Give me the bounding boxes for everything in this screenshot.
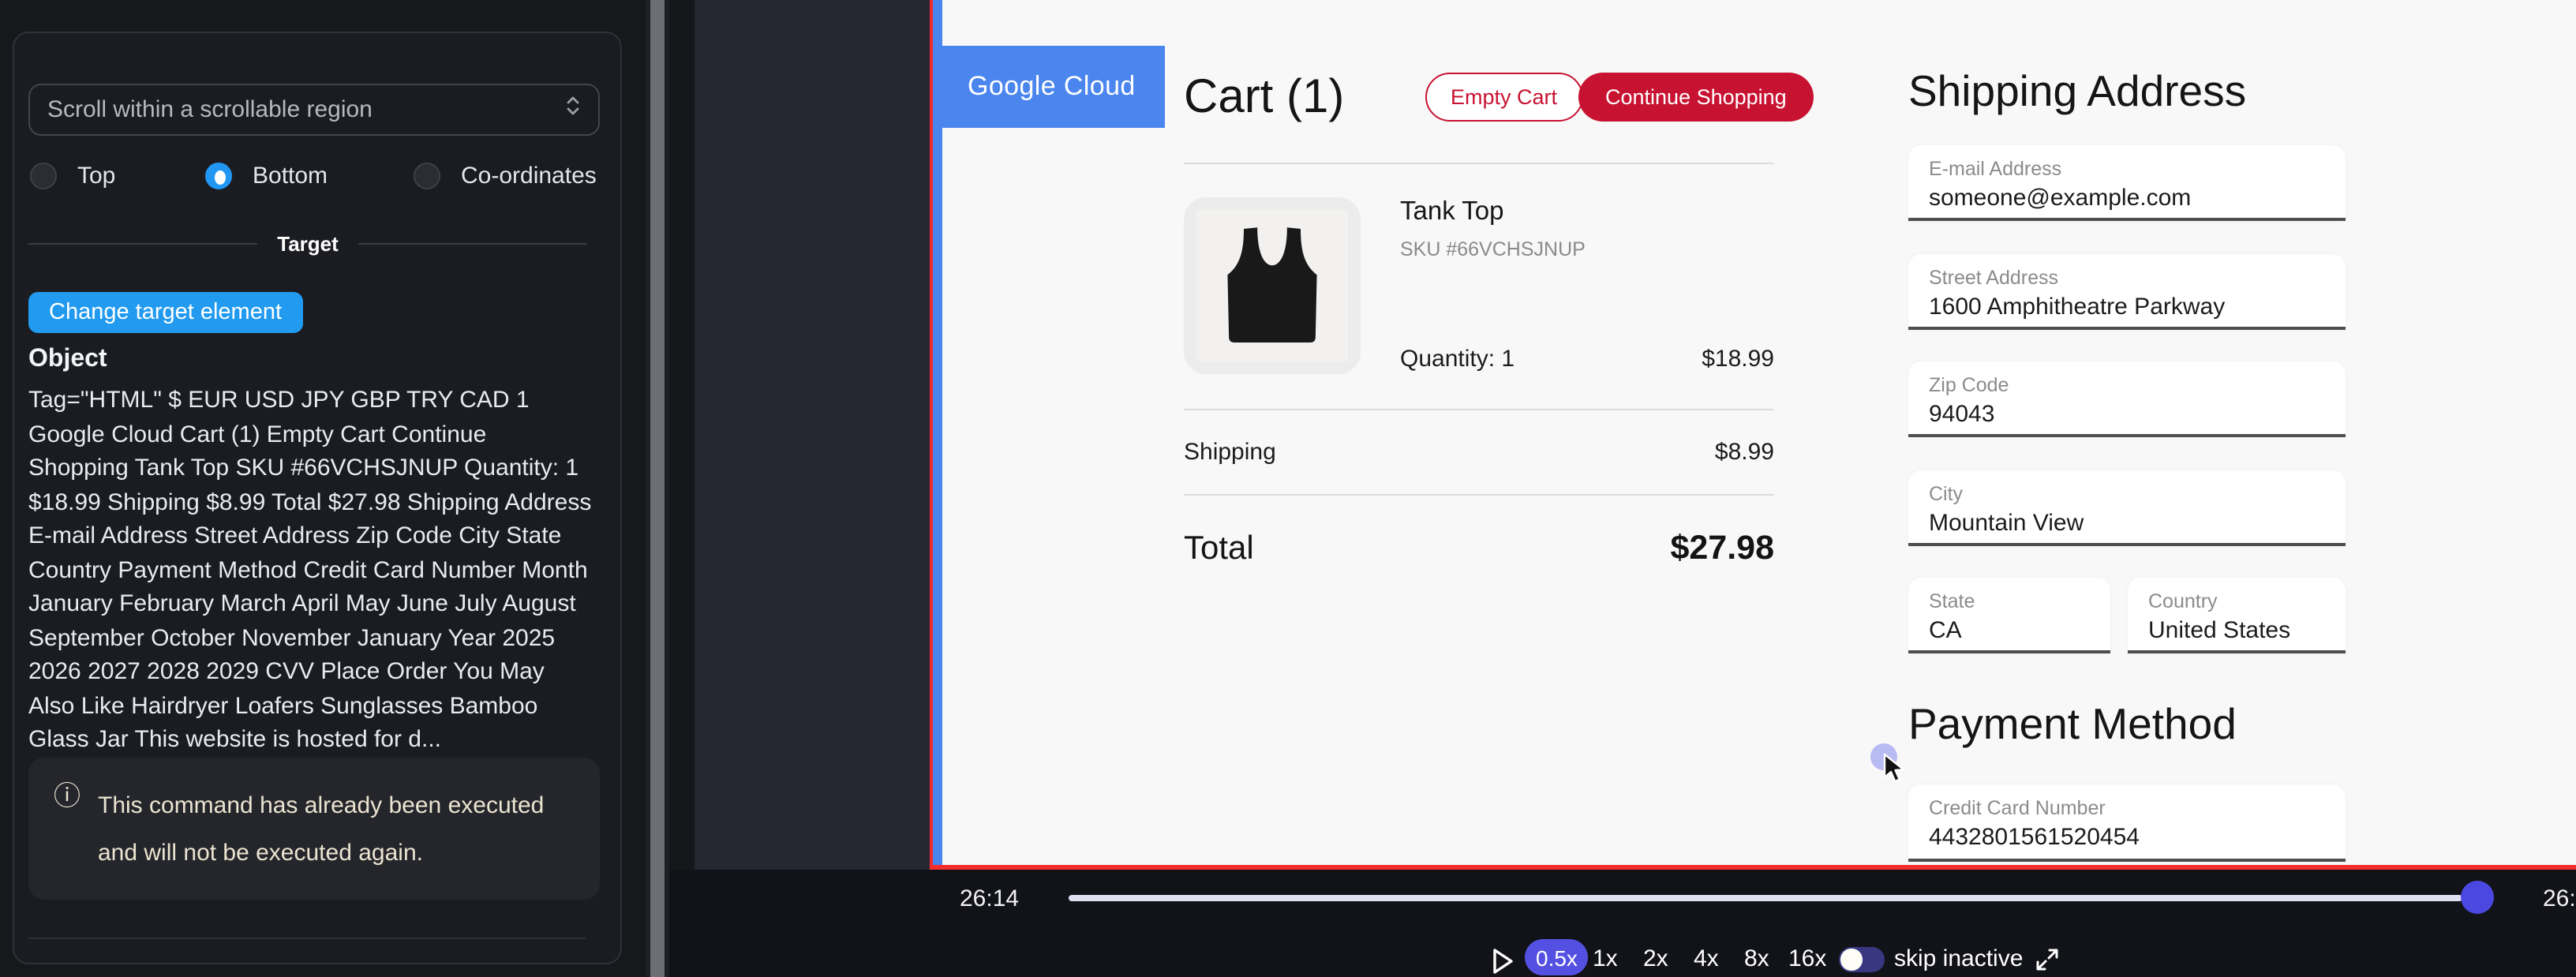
state-field-value: CA xyxy=(1929,617,2110,644)
replay-stage-background xyxy=(695,0,931,870)
country-field[interactable]: Country United States xyxy=(2128,578,2346,653)
radio-circle-bottom[interactable] xyxy=(205,162,232,189)
cart-divider xyxy=(1184,409,1774,410)
zip-field[interactable]: Zip Code 94043 xyxy=(1908,361,2346,437)
command-type-select[interactable]: Scroll within a scrollable region xyxy=(28,84,600,136)
speed-8x-button[interactable]: 8x xyxy=(1744,945,1769,972)
shipping-row: Shipping $8.99 xyxy=(1184,439,1774,466)
shipping-value: $8.99 xyxy=(1715,439,1774,466)
skip-inactive-label: skip inactive xyxy=(1894,945,2023,972)
page-left-accent-bar xyxy=(933,0,942,865)
radio-option-top[interactable]: Top xyxy=(30,161,115,189)
toggle-knob xyxy=(1840,949,1862,970)
info-icon: ⓘ xyxy=(54,783,80,810)
play-icon[interactable] xyxy=(1490,947,1515,975)
speed-2x-button[interactable]: 2x xyxy=(1643,945,1668,972)
empty-cart-button[interactable]: Empty Cart xyxy=(1425,73,1582,122)
zip-field-label: Zip Code xyxy=(1929,374,2346,396)
divider-line xyxy=(28,243,256,245)
elapsed-time: 26:14 xyxy=(960,885,1019,912)
credit-card-field-value: 4432801561520454 xyxy=(1929,824,2346,851)
command-type-value: Scroll within a scrollable region xyxy=(47,96,565,123)
total-label: Total xyxy=(1184,530,1254,568)
email-field[interactable]: E-mail Address someone@example.com xyxy=(1908,145,2346,221)
radio-label-bottom: Bottom xyxy=(253,162,328,189)
player-bar xyxy=(669,870,2576,977)
radio-label-coordinates: Co-ordinates xyxy=(461,162,597,189)
email-field-value: someone@example.com xyxy=(1929,185,2346,211)
product-name: Tank Top xyxy=(1400,197,1504,227)
cart-title: Cart (1) xyxy=(1184,71,1344,125)
panel-bottom-divider xyxy=(28,938,586,939)
total-time: 26:1 xyxy=(2543,885,2576,912)
city-field[interactable]: City Mountain View xyxy=(1908,470,2346,546)
street-field[interactable]: Street Address 1600 Amphitheatre Parkway xyxy=(1908,254,2346,330)
email-field-label: E-mail Address xyxy=(1929,158,2346,180)
radio-option-bottom[interactable]: Bottom xyxy=(205,161,328,189)
skip-inactive-toggle[interactable] xyxy=(1839,947,1885,971)
quantity-price-row: Quantity: 1 $18.99 xyxy=(1184,346,1774,372)
product-price: $18.99 xyxy=(1702,346,1774,372)
continue-shopping-button[interactable]: Continue Shopping xyxy=(1578,73,1814,122)
target-section-label: Target xyxy=(277,232,339,256)
cursor-icon xyxy=(1881,753,1907,784)
command-panel: Scroll within a scrollable region Top Bo… xyxy=(0,0,646,977)
object-description-text: Tag="HTML" $ EUR USD JPY GBP TRY CAD 1 G… xyxy=(28,384,592,757)
payment-method-heading: Payment Method xyxy=(1908,699,2237,750)
credit-card-field-label: Credit Card Number xyxy=(1929,797,2346,819)
country-field-label: Country xyxy=(2148,590,2346,612)
radio-circle-coordinates[interactable] xyxy=(414,162,440,189)
cart-divider xyxy=(1184,163,1774,164)
speed-16x-button[interactable]: 16x xyxy=(1788,945,1826,972)
total-row: Total $27.98 xyxy=(1184,529,1774,568)
executed-notice: ⓘ This command has already been executed… xyxy=(28,758,600,900)
seek-handle[interactable] xyxy=(2461,881,2494,914)
splitter-gap xyxy=(669,0,695,977)
site-logo[interactable]: Google Cloud xyxy=(933,46,1165,128)
zip-field-value: 94043 xyxy=(1929,401,2346,428)
city-field-label: City xyxy=(1929,483,2346,505)
object-heading: Object xyxy=(28,346,107,374)
credit-card-field[interactable]: Credit Card Number 4432801561520454 xyxy=(1908,784,2346,862)
splitter-handle[interactable] xyxy=(650,0,665,977)
target-section-divider: Target xyxy=(28,232,587,256)
radio-label-top: Top xyxy=(77,162,115,189)
speed-4x-button[interactable]: 4x xyxy=(1694,945,1719,972)
app-root: Scroll within a scrollable region Top Bo… xyxy=(0,0,2576,977)
seek-bar[interactable] xyxy=(1069,894,2462,901)
command-card: Scroll within a scrollable region Top Bo… xyxy=(13,32,622,964)
cart-divider xyxy=(1184,494,1774,496)
total-value: $27.98 xyxy=(1670,529,1774,568)
street-field-label: Street Address xyxy=(1929,267,2346,289)
screenshot-viewport: Scroll within a scrollable region Top Bo… xyxy=(0,0,2576,977)
tank-top-graphic xyxy=(1196,210,1348,361)
product-sku: SKU #66VCHSJNUP xyxy=(1400,238,1586,260)
state-field[interactable]: State CA xyxy=(1908,578,2110,653)
city-field-value: Mountain View xyxy=(1929,510,2346,537)
change-target-button[interactable]: Change target element xyxy=(28,292,302,333)
executed-notice-text: This command has already been executed a… xyxy=(98,783,559,876)
speed-0_5x-button[interactable]: 0.5x xyxy=(1525,939,1589,975)
divider-line xyxy=(359,243,587,245)
shipping-address-heading: Shipping Address xyxy=(1908,66,2246,117)
radio-option-coordinates[interactable]: Co-ordinates xyxy=(414,161,597,189)
select-chevron-icon xyxy=(565,93,581,126)
speed-1x-button[interactable]: 1x xyxy=(1593,945,1618,972)
state-field-label: State xyxy=(1929,590,2110,612)
replay-highlight-border-left xyxy=(929,0,933,870)
site-logo-text: Google Cloud xyxy=(968,71,1136,103)
fullscreen-expand-icon[interactable] xyxy=(2035,947,2060,972)
country-field-value: United States xyxy=(2148,617,2346,644)
product-quantity: Quantity: 1 xyxy=(1400,346,1515,372)
replayed-page: Google Cloud Cart (1) Empty Cart Continu… xyxy=(933,0,2576,865)
street-field-value: 1600 Amphitheatre Parkway xyxy=(1929,294,2346,320)
radio-circle-top[interactable] xyxy=(30,162,57,189)
shipping-label: Shipping xyxy=(1184,439,1276,466)
